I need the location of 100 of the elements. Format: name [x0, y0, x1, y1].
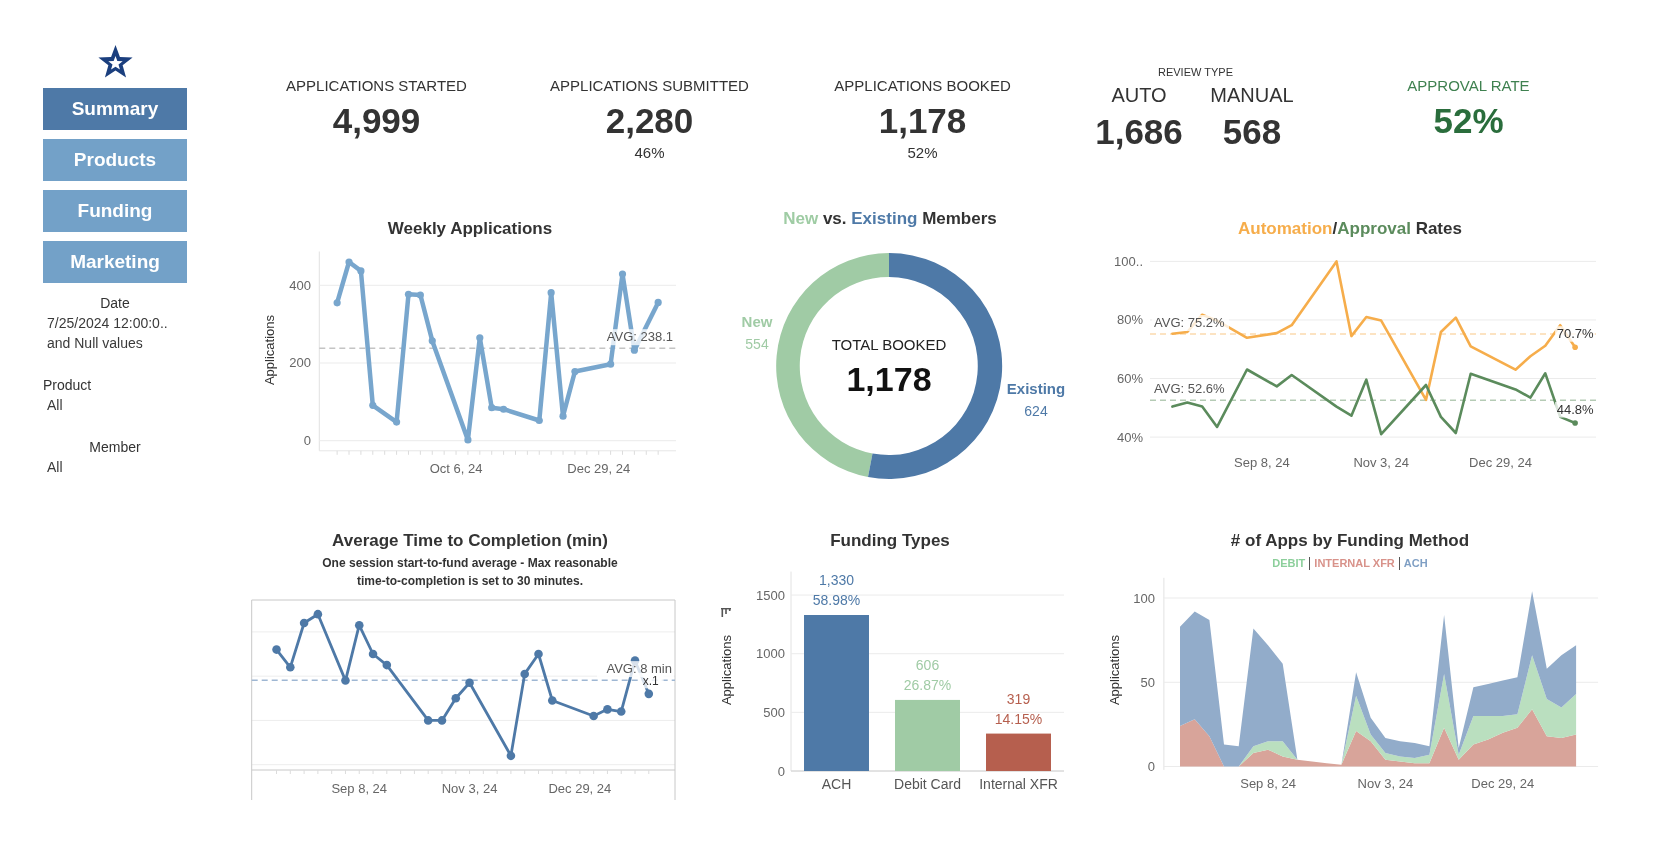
- filter-value: All: [47, 396, 63, 415]
- chart-title: Average Time to Completion (min): [332, 530, 608, 552]
- kpi-label: APPLICATIONS STARTED: [286, 76, 467, 96]
- axis-label: 400: [289, 277, 311, 293]
- axis-label: 1000: [756, 646, 785, 662]
- point-label: 70.7%: [1556, 326, 1594, 342]
- axis-label: Dec 29, 24: [567, 460, 631, 476]
- kpi-label: REVIEW TYPE: [1158, 65, 1233, 79]
- axis-title: Applications: [718, 634, 734, 706]
- axis-label: Sep 8, 24: [1234, 454, 1290, 470]
- legend-item: DEBIT: [1272, 556, 1306, 570]
- kpi-percent: 52%: [907, 143, 938, 163]
- nav-button[interactable]: Summary: [43, 88, 187, 130]
- axis-label: Sep 8, 24: [1240, 775, 1296, 791]
- data-point: [488, 404, 496, 412]
- axis-label: 1500: [756, 587, 785, 603]
- point-label: 44.8%: [1556, 402, 1594, 418]
- kpi-value: 1,178: [878, 101, 967, 141]
- data-point: [1572, 344, 1578, 350]
- average-label: AVG: 238.1: [606, 329, 673, 345]
- star-icon: [97, 45, 133, 78]
- filter-value: All: [47, 458, 63, 477]
- legend-item: INTERNAL XFR: [1309, 556, 1395, 570]
- average-label: AVG: 75.2%: [1154, 315, 1225, 330]
- data-point: [393, 418, 401, 426]
- data-point: [1572, 420, 1578, 426]
- data-point: [618, 270, 627, 278]
- axis-label: 40%: [1116, 429, 1143, 445]
- kpi-value: 52%: [1433, 101, 1504, 141]
- sort-icon: [721, 608, 731, 617]
- axis-title: Applications: [1106, 634, 1122, 706]
- axis-label: 100: [1133, 590, 1155, 606]
- data-point: [404, 290, 413, 298]
- axis-label: Nov 3, 24: [1353, 454, 1410, 470]
- axis-label: 80%: [1116, 312, 1143, 328]
- kpi-label: MANUAL: [1210, 83, 1294, 107]
- kpi-value: 2,280: [605, 101, 694, 141]
- axis-label: ACH: [821, 776, 852, 792]
- slice-value: 554: [745, 336, 769, 352]
- chart-title: Weekly Applications: [387, 218, 553, 240]
- axis-label: 0: [303, 433, 311, 449]
- data-point: [654, 298, 662, 306]
- data-point: [416, 291, 424, 299]
- nav-button[interactable]: Funding: [43, 190, 187, 232]
- bar-value-label: 26.87%: [903, 676, 952, 693]
- data-point: [547, 289, 555, 297]
- kpi-label: APPROVAL RATE: [1407, 76, 1530, 96]
- kpi-label: AUTO: [1111, 83, 1167, 107]
- kpi-value: 1,686: [1095, 112, 1183, 152]
- axis-label: Oct 6, 24: [429, 460, 483, 476]
- chart-title: New vs. Existing Members: [783, 208, 997, 230]
- filter-label: Member: [89, 438, 141, 457]
- legend-item: ACH: [1398, 556, 1428, 570]
- axis-label: 0: [1147, 759, 1155, 775]
- data-point: [345, 258, 353, 266]
- axis-label: 0: [777, 763, 785, 779]
- axis-label: Internal XFR: [979, 776, 1058, 792]
- filter-value: 7/25/2024 12:00:0..: [47, 314, 168, 333]
- donut-center-value: 1,178: [846, 360, 932, 398]
- average-label: AVG: 52.6%: [1154, 381, 1225, 397]
- data-point: [571, 367, 579, 376]
- axis-label: 200: [289, 355, 311, 371]
- kpi-label: APPLICATIONS BOOKED: [834, 76, 1011, 96]
- data-point: [630, 346, 638, 354]
- data-point: [535, 416, 543, 425]
- data-point: [476, 334, 484, 342]
- nav-button[interactable]: Products: [43, 139, 187, 181]
- axis-title: Applications: [261, 314, 277, 386]
- data-point: [357, 267, 365, 275]
- data-point: [559, 412, 567, 420]
- axis-label: Dec 29, 24: [1469, 454, 1532, 470]
- data-point: [500, 405, 508, 413]
- kpi-label: APPLICATIONS SUBMITTED: [550, 76, 749, 96]
- axis-label: 500: [763, 704, 785, 720]
- data-point: [464, 436, 472, 444]
- kpi-value: 4,999: [332, 101, 421, 141]
- slice-label: Existing: [1006, 380, 1066, 397]
- slice-value: 624: [1024, 403, 1048, 419]
- bar-value-label: 14.15%: [994, 710, 1043, 727]
- axis-label: 60%: [1116, 371, 1143, 387]
- filter-value: and Null values: [47, 334, 143, 353]
- axis-label: Nov 3, 24: [1357, 775, 1414, 791]
- data-point: [607, 360, 615, 368]
- kpi-value: 568: [1222, 112, 1282, 152]
- bar-value-label: 606: [915, 656, 940, 673]
- chart-subtitle: One session start-to-fund average - Max reasonable time-to-completion is set to 30 minutes.: [322, 555, 618, 590]
- data-point: [333, 299, 341, 307]
- nav-button[interactable]: Marketing: [43, 241, 187, 283]
- chart-title: # of Apps by Funding Method: [1230, 530, 1470, 552]
- filter-label: Product: [43, 376, 92, 395]
- bar-value-label: 58.98%: [812, 592, 861, 608]
- axis-label: 50: [1140, 674, 1155, 690]
- slice-label: New: [741, 313, 773, 330]
- data-point: [369, 401, 377, 409]
- bar-value-label: 1,330: [819, 572, 854, 588]
- data-point: [428, 337, 436, 345]
- chart-title: Automation/Approval Rates: [1238, 218, 1462, 240]
- bar-value-label: 319: [1006, 690, 1031, 707]
- kpi-percent: 46%: [634, 143, 665, 163]
- axis-label: Dec 29, 24: [1471, 775, 1535, 791]
